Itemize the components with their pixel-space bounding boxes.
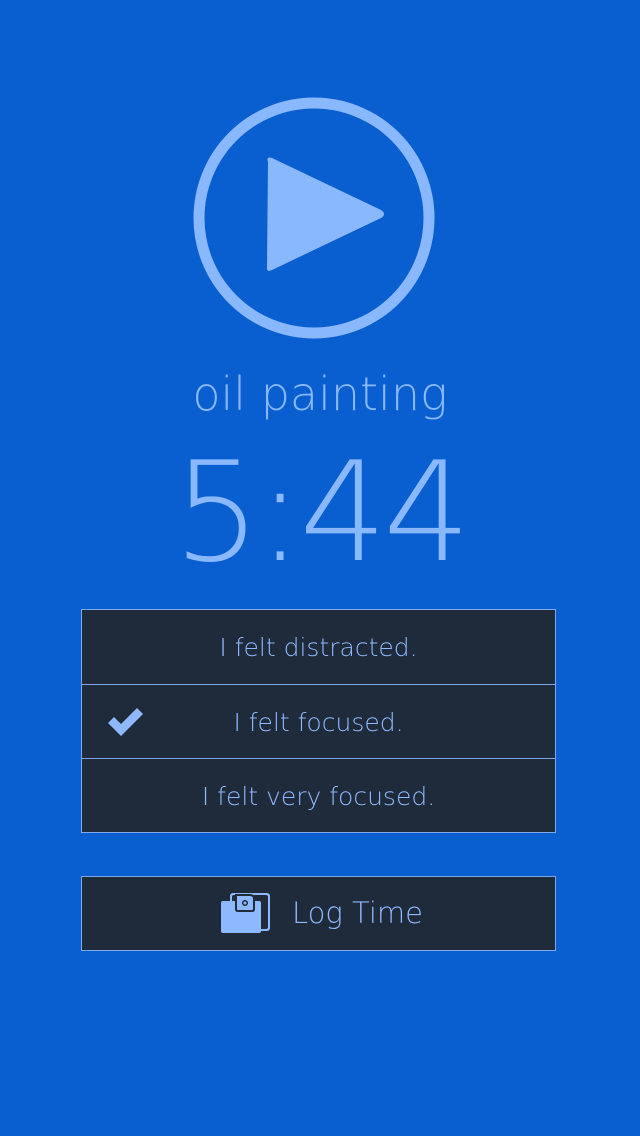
option-label: I felt focused.	[233, 708, 404, 737]
focus-options-list: I felt distracted. I felt focused. I fel…	[81, 609, 556, 833]
activity-name: oil painting	[192, 367, 448, 421]
option-focused[interactable]: I felt focused.	[82, 684, 555, 758]
option-distracted[interactable]: I felt distracted.	[82, 610, 555, 684]
wallet-icon	[221, 893, 270, 933]
option-label: I felt very focused.	[201, 782, 436, 811]
option-label: I felt distracted.	[219, 633, 418, 662]
play-button[interactable]	[192, 96, 436, 340]
log-time-label: Log Time	[292, 896, 423, 930]
option-very-focused[interactable]: I felt very focused.	[82, 758, 555, 832]
play-icon	[193, 97, 435, 339]
timer-display: 5:44	[173, 432, 471, 593]
log-time-button[interactable]: Log Time	[81, 876, 556, 951]
